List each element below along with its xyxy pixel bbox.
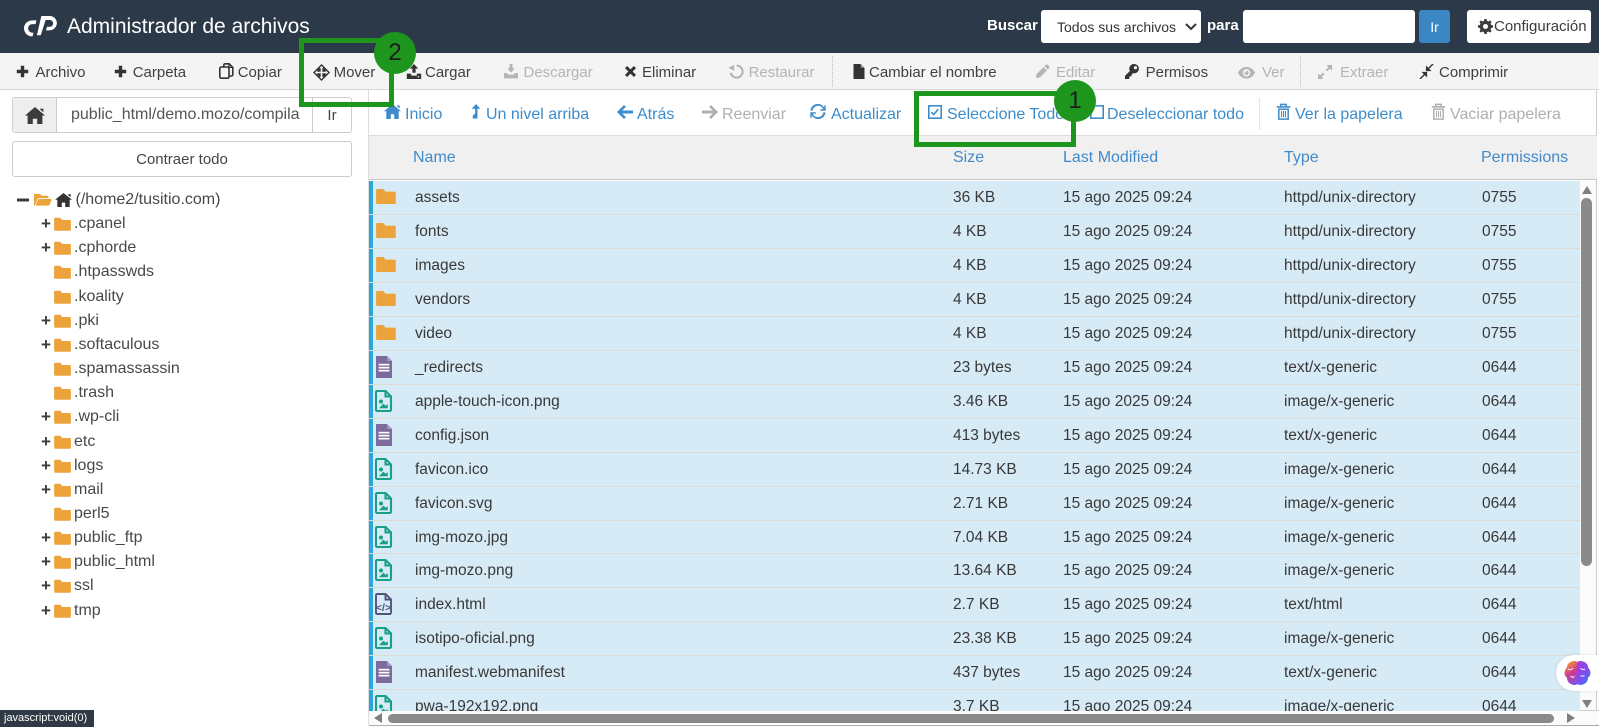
svg-text:</>: </> [376, 602, 391, 614]
